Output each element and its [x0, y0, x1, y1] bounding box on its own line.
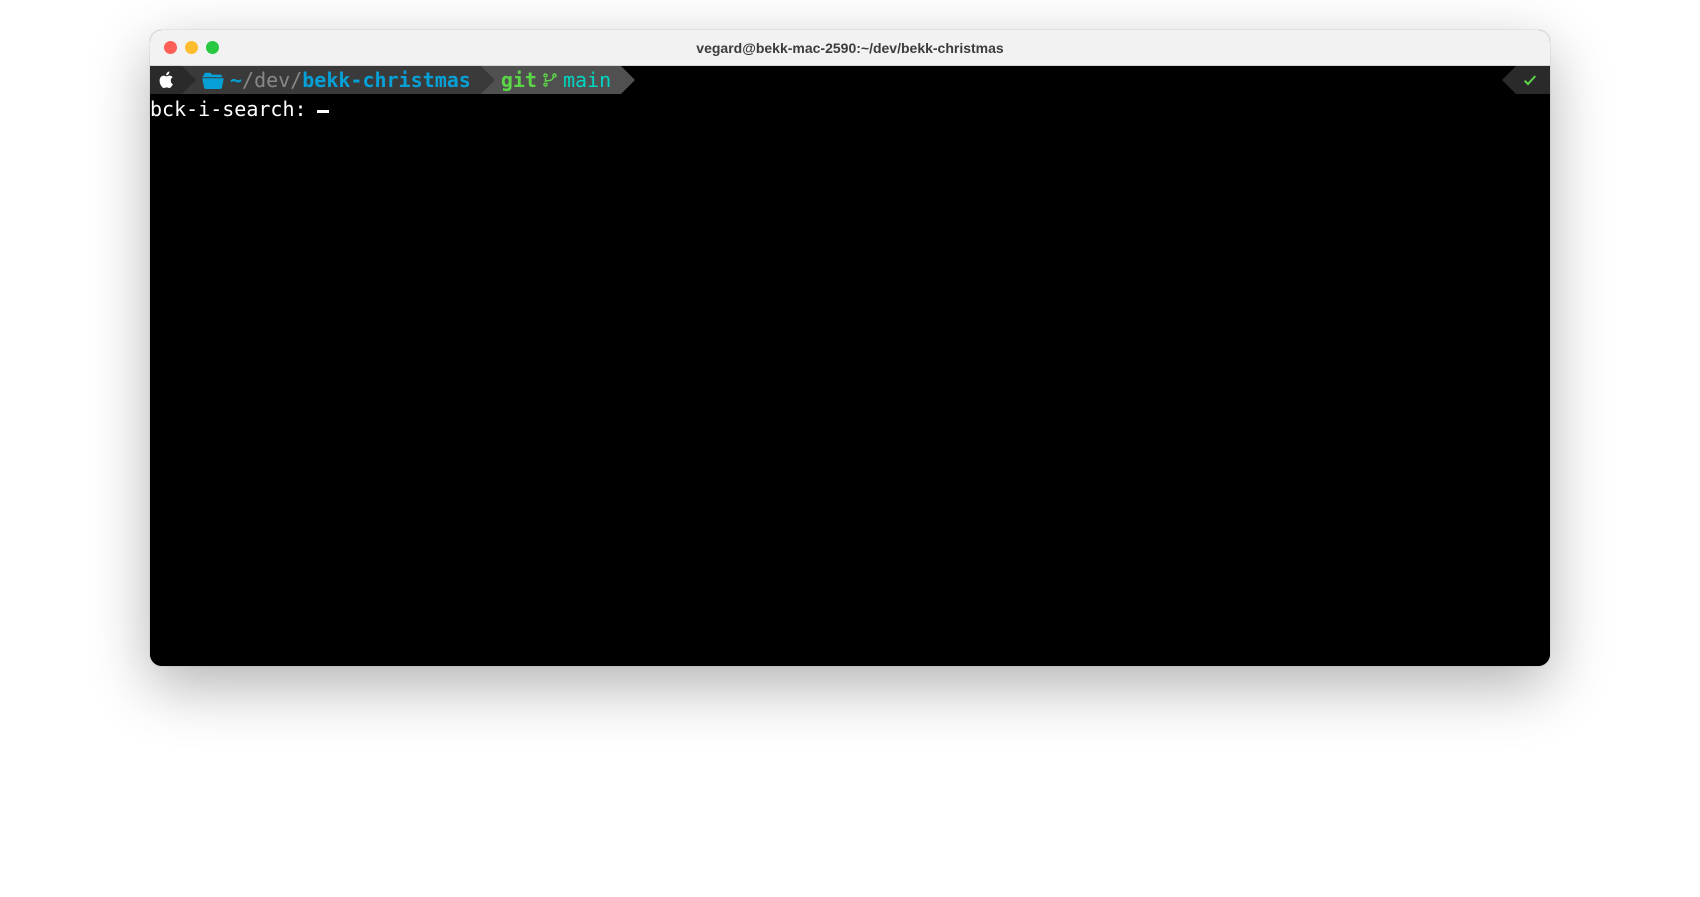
path-separator: / — [290, 67, 302, 93]
prompt-status-right — [1516, 66, 1550, 94]
path-tilde: ~ — [230, 67, 242, 93]
check-icon — [1522, 72, 1538, 88]
window-title: vegard@bekk-mac-2590:~/dev/bekk-christma… — [150, 40, 1550, 56]
traffic-lights — [164, 41, 219, 54]
folder-icon — [202, 71, 224, 89]
prompt-os-segment — [150, 66, 182, 94]
close-button[interactable] — [164, 41, 177, 54]
window-titlebar[interactable]: vegard@bekk-mac-2590:~/dev/bekk-christma… — [150, 30, 1550, 66]
status-success-segment — [1516, 66, 1550, 94]
prompt-end-segment — [621, 66, 1550, 94]
reverse-search-line[interactable]: bck-i-search: — [150, 94, 1550, 122]
apple-icon — [158, 71, 176, 89]
terminal-body[interactable]: ~/dev/bekk-christmas git main bck-i-sear… — [150, 66, 1550, 666]
reverse-search-label: bck-i-search: — [150, 96, 307, 122]
cursor — [317, 110, 329, 113]
path-separator: / — [242, 67, 254, 93]
git-branch-icon — [541, 71, 559, 89]
git-branch-name: main — [563, 67, 611, 93]
minimize-button[interactable] — [185, 41, 198, 54]
prompt-path-segment: ~/dev/bekk-christmas — [182, 66, 481, 94]
prompt-git-segment: git main — [481, 66, 621, 94]
prompt-line: ~/dev/bekk-christmas git main — [150, 66, 1550, 94]
git-label: git — [501, 67, 537, 93]
terminal-window: vegard@bekk-mac-2590:~/dev/bekk-christma… — [150, 30, 1550, 666]
maximize-button[interactable] — [206, 41, 219, 54]
path-dev: dev — [254, 67, 290, 93]
path-current-dir: bekk-christmas — [302, 67, 471, 93]
